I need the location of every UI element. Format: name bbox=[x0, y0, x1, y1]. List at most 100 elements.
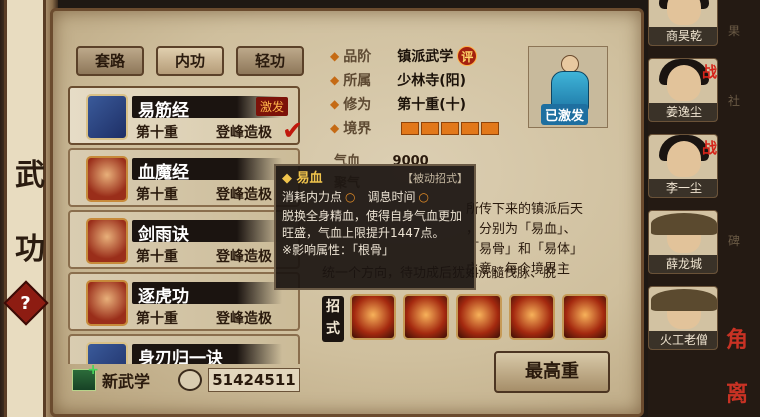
battle-tag: 战 bbox=[701, 139, 717, 157]
sect-row: ◆ 所属 少林寺(阳) bbox=[330, 70, 466, 90]
character-name: 火工老僧 bbox=[649, 331, 717, 349]
character-card[interactable]: 火工老僧 bbox=[648, 286, 718, 350]
realm-segment bbox=[481, 121, 500, 135]
book-icon bbox=[86, 342, 128, 364]
grade-row: ◆ 品阶 镇派武学 评 bbox=[330, 46, 478, 66]
tooltip-title: ◆ 易血 bbox=[282, 171, 323, 186]
realm-row: ◆ 境界 bbox=[330, 118, 500, 138]
scroll-icon bbox=[86, 280, 128, 326]
rating-badge[interactable]: 评 bbox=[457, 46, 478, 66]
far-right-text-1: 果 bbox=[728, 24, 741, 38]
character-column: 商昊乾 战 姜逸尘 战 李一尘 薛龙城 火工老僧 bbox=[648, 0, 724, 417]
tooltip-cost-row: 消耗内力点 ○ 调息时间 ○ bbox=[282, 189, 468, 206]
tab-routines[interactable]: 套路 bbox=[76, 46, 144, 76]
realm-segment bbox=[461, 121, 480, 135]
activated-tag: 已激发 bbox=[541, 104, 589, 125]
grade-label: 品阶 bbox=[343, 49, 372, 65]
left-scroll-inner: 武 功 ? bbox=[3, 0, 49, 417]
check-icon: ✔ bbox=[282, 116, 300, 146]
skill-name: 身刃归一诀 bbox=[138, 349, 223, 364]
scroll-icon bbox=[86, 156, 128, 202]
skill-item[interactable]: 剑雨诀 第十重 登峰造极 bbox=[68, 210, 300, 269]
skill-level: 第十重 bbox=[136, 249, 178, 265]
time-label: 调息时间 bbox=[367, 190, 416, 204]
realm-segment bbox=[401, 121, 420, 135]
moves-bar bbox=[350, 294, 608, 340]
book-icon bbox=[86, 94, 128, 140]
skill-item[interactable]: 逐虎功 第十重 登峰造极 bbox=[68, 272, 300, 331]
character-name: 商昊乾 bbox=[649, 27, 717, 45]
activated-badge: 激发 bbox=[256, 97, 289, 116]
far-right-glyph-1: 角 bbox=[726, 327, 749, 353]
cost-label: 消耗内力点 bbox=[282, 190, 343, 204]
realm-segment bbox=[421, 121, 440, 135]
move-slot[interactable] bbox=[509, 294, 555, 340]
move-slot[interactable] bbox=[562, 294, 608, 340]
diamond-icon: ◆ bbox=[330, 97, 340, 111]
skill-item[interactable]: 易筋经 激发 第十重 登峰造极 ✔ bbox=[68, 86, 300, 146]
skill-rank: 登峰造极 bbox=[216, 311, 272, 327]
tooltip-title-text: 易血 bbox=[296, 171, 323, 186]
skill-level: 第十重 bbox=[136, 125, 178, 141]
realm-segment bbox=[441, 121, 460, 135]
move-slot[interactable] bbox=[403, 294, 449, 340]
tab-internal[interactable]: 内功 bbox=[156, 46, 224, 76]
ring-icon: ○ bbox=[345, 190, 356, 204]
character-card[interactable]: 薛龙城 bbox=[648, 210, 718, 274]
new-skill-button[interactable]: 新武学 bbox=[72, 362, 151, 392]
cultivation-label: 修为 bbox=[343, 97, 372, 113]
straw-hat-shape bbox=[651, 213, 717, 235]
realm-progress-bar bbox=[401, 121, 500, 135]
max-level-button[interactable]: 最高重 bbox=[494, 351, 610, 393]
new-book-icon bbox=[72, 362, 99, 391]
scroll-icon bbox=[86, 218, 128, 264]
skill-list: 易筋经 激发 第十重 登峰造极 ✔ 血魔经 第十重 登峰造极 剑雨诀 第十重 登… bbox=[68, 86, 300, 364]
diamond-icon: ◆ bbox=[330, 49, 340, 63]
experience-box: 51424511 bbox=[178, 368, 300, 392]
skill-name: 血魔经 bbox=[138, 163, 189, 183]
skill-item[interactable]: 血魔经 第十重 登峰造极 bbox=[68, 148, 300, 207]
character-name: 薛龙城 bbox=[649, 255, 717, 273]
cultivation-row: ◆ 修为 第十重(十) bbox=[330, 94, 466, 114]
realm-label: 境界 bbox=[343, 121, 372, 137]
tooltip-header: ◆ 易血 【被动招式】 bbox=[282, 170, 468, 187]
tab-lightness[interactable]: 轻功 bbox=[236, 46, 304, 76]
cultivation-value: 第十重(十) bbox=[397, 97, 467, 113]
tooltip-note: ※影响属性：「根骨」 bbox=[282, 243, 395, 257]
move-slot[interactable] bbox=[350, 294, 396, 340]
help-button[interactable]: ? bbox=[3, 280, 49, 326]
diamond-icon: ◆ bbox=[330, 73, 340, 87]
face-shape bbox=[667, 65, 701, 101]
cultivator-portrait: 已激发 bbox=[528, 46, 608, 128]
description-line: 所传下来的镇派后天 bbox=[466, 202, 584, 217]
skill-name: 易筋经 bbox=[138, 101, 189, 121]
grade-value: 镇派武学 bbox=[397, 49, 454, 65]
far-right-text-2: 社 bbox=[728, 94, 741, 108]
move-slot[interactable] bbox=[456, 294, 502, 340]
far-right-text-3: 碑 bbox=[728, 234, 741, 248]
skill-name: 逐虎功 bbox=[138, 287, 189, 307]
category-tabs: 套路 内功 轻功 bbox=[76, 46, 304, 76]
description-line: ，分别为「易血」、 bbox=[466, 222, 577, 237]
character-card[interactable]: 战 李一尘 bbox=[648, 134, 718, 198]
skill-item[interactable]: 身刃归一诀 bbox=[68, 334, 300, 364]
skill-rank: 登峰造极 bbox=[216, 249, 272, 265]
sect-label: 所属 bbox=[343, 73, 372, 89]
skill-rank: 登峰造极 bbox=[216, 125, 272, 141]
skill-glyph: 功 bbox=[15, 232, 45, 267]
diamond-icon: ◆ bbox=[330, 121, 340, 135]
face-shape bbox=[667, 0, 701, 25]
character-card[interactable]: 战 姜逸尘 bbox=[648, 58, 718, 122]
battle-tag: 战 bbox=[701, 63, 717, 81]
ring-icon: ○ bbox=[418, 190, 429, 204]
moves-label: 招式 bbox=[322, 296, 344, 342]
description-line: 「易骨」和「易体」 bbox=[466, 242, 584, 257]
character-card[interactable]: 商昊乾 bbox=[648, 0, 718, 46]
character-name: 李一尘 bbox=[649, 179, 717, 197]
new-skill-label: 新武学 bbox=[102, 372, 151, 391]
skill-rank: 登峰造极 bbox=[216, 187, 272, 203]
face-shape bbox=[667, 141, 701, 177]
tooltip-type: 【被动招式】 bbox=[402, 172, 468, 185]
skill-level: 第十重 bbox=[136, 187, 178, 203]
skill-name: 剑雨诀 bbox=[138, 225, 189, 245]
